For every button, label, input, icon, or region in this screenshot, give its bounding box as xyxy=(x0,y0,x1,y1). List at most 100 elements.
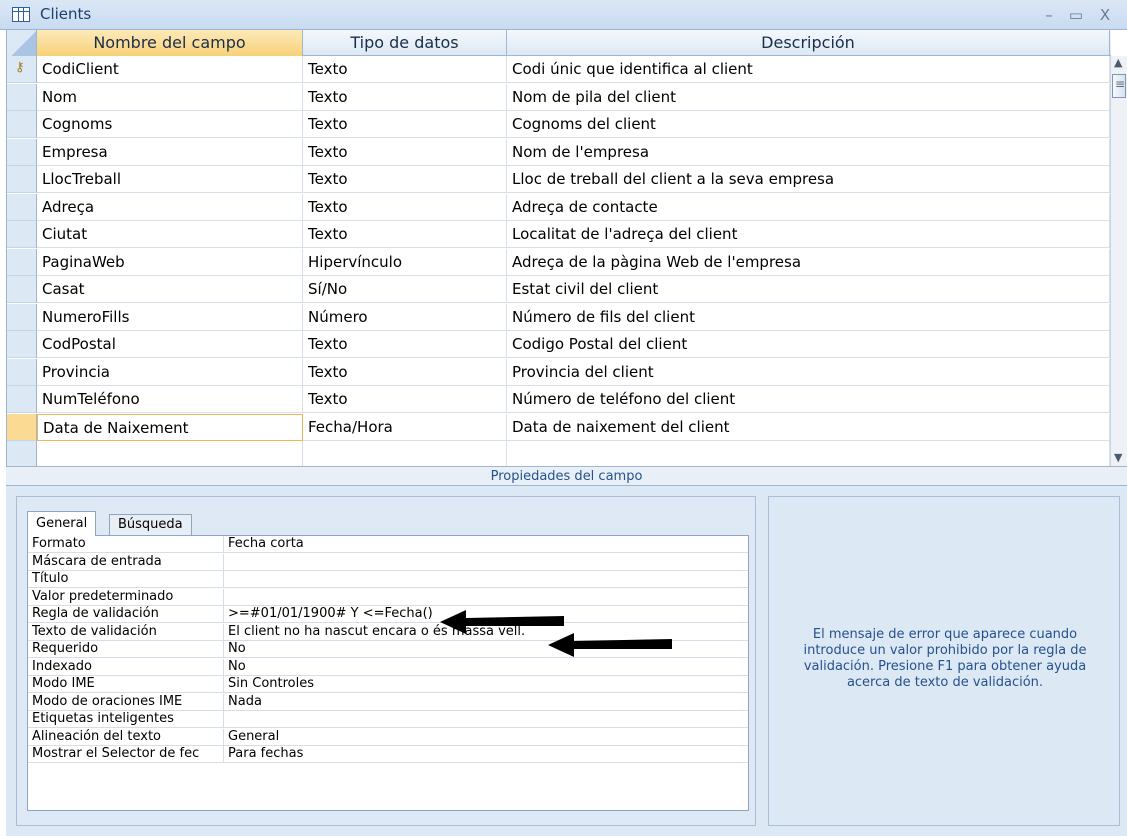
field-row[interactable]: NumeroFills Número Número de fils del clie… xyxy=(7,303,1111,331)
row-selector[interactable] xyxy=(7,441,37,468)
row-selector[interactable] xyxy=(7,111,37,138)
field-row[interactable]: ⚷ CodiClient Texto Codi únic que identifica… xyxy=(7,56,1111,83)
field-name-cell[interactable]: Empresa xyxy=(37,138,303,166)
description-cell[interactable]: Adreça de contacte xyxy=(507,193,1110,221)
field-name-cell[interactable]: NumeroFills xyxy=(37,303,303,331)
data-type-cell[interactable]: Sí/No xyxy=(303,276,507,303)
field-name-cell[interactable]: CodPostal xyxy=(37,331,303,358)
field-name-cell[interactable]: NumTeléfono xyxy=(37,386,303,413)
scroll-thumb[interactable] xyxy=(1112,74,1126,98)
data-type-cell[interactable]: Texto xyxy=(303,56,507,83)
description-cell[interactable]: Número de teléfono del client xyxy=(507,386,1110,413)
field-row[interactable]: Cognoms Texto Cognoms del client xyxy=(7,111,1111,138)
property-value-field[interactable] xyxy=(224,589,748,606)
description-cell[interactable]: Nom de l'empresa xyxy=(507,138,1110,166)
field-row[interactable]: Provincia Texto Provincia del client xyxy=(7,358,1111,386)
field-name-cell[interactable]: PaginaWeb xyxy=(37,248,303,276)
field-name-cell[interactable]: Provincia xyxy=(37,358,303,386)
property-row: Modo IME Sin Controles xyxy=(28,676,748,693)
description-cell[interactable]: Lloc de treball del client a la seva emp… xyxy=(507,166,1110,193)
description-cell[interactable]: Nom de pila del client xyxy=(507,83,1110,111)
description-cell[interactable]: Codi únic que identifica al client xyxy=(507,56,1110,83)
description-cell[interactable]: Codigo Postal del client xyxy=(507,331,1110,358)
field-name-cell[interactable]: Data de Naixement xyxy=(37,413,303,441)
field-row[interactable]: Casat Sí/No Estat civil del client xyxy=(7,276,1111,303)
data-type-cell[interactable]: Texto xyxy=(303,386,507,413)
property-value-field[interactable]: No xyxy=(224,659,748,676)
data-type-cell[interactable]: Texto xyxy=(303,111,507,138)
data-type-cell[interactable]: Número xyxy=(303,303,507,331)
data-type-cell[interactable]: Texto xyxy=(303,166,507,193)
field-row[interactable]: Empresa Texto Nom de l'empresa xyxy=(7,138,1111,166)
scroll-down-arrow-icon[interactable]: ▼ xyxy=(1114,451,1122,464)
maximize-button[interactable]: ▭ xyxy=(1065,4,1087,26)
row-selector[interactable] xyxy=(7,276,37,303)
field-name-cell[interactable]: Nom xyxy=(37,83,303,111)
field-row[interactable]: CodPostal Texto Codigo Postal del client xyxy=(7,331,1111,358)
column-header-data-type[interactable]: Tipo de datos xyxy=(303,30,507,56)
property-value-field[interactable] xyxy=(224,554,748,571)
field-row[interactable]: LlocTreball Texto Lloc de treball del clie… xyxy=(7,166,1111,193)
row-selector[interactable] xyxy=(7,248,37,276)
description-cell[interactable]: Data de naixement del client xyxy=(507,413,1110,441)
row-selector[interactable] xyxy=(7,138,37,166)
row-selector[interactable] xyxy=(7,386,37,413)
field-row[interactable]: Adreça Texto Adreça de contacte xyxy=(7,193,1111,221)
description-cell[interactable]: Cognoms del client xyxy=(507,111,1110,138)
field-name-cell[interactable]: Cognoms xyxy=(37,111,303,138)
row-selector[interactable] xyxy=(7,303,37,331)
description-cell[interactable]: Número de fils del client xyxy=(507,303,1110,331)
row-selector[interactable] xyxy=(7,193,37,221)
data-type-cell[interactable]: Hipervínculo xyxy=(303,248,507,276)
property-label: Etiquetas inteligentes xyxy=(28,711,224,728)
minimize-button[interactable]: – xyxy=(1038,4,1060,26)
field-name-cell[interactable]: Casat xyxy=(37,276,303,303)
property-value-field[interactable]: Fecha corta xyxy=(224,536,748,553)
row-selector[interactable] xyxy=(7,83,37,111)
field-row[interactable]: NumTeléfono Texto Número de teléfono del c… xyxy=(7,386,1111,413)
column-header-field-name[interactable]: Nombre del campo xyxy=(37,30,303,56)
row-selector[interactable] xyxy=(7,358,37,386)
field-row[interactable]: Nom Texto Nom de pila del client xyxy=(7,83,1111,111)
data-type-cell[interactable] xyxy=(303,441,507,468)
field-name-cell[interactable]: LlocTreball xyxy=(37,166,303,193)
data-type-cell[interactable]: Texto xyxy=(303,193,507,221)
close-button[interactable]: X xyxy=(1094,4,1116,26)
row-selector[interactable] xyxy=(7,413,37,441)
data-type-cell[interactable]: Texto xyxy=(303,331,507,358)
data-type-cell[interactable]: Texto xyxy=(303,358,507,386)
field-row[interactable]: Ciutat Texto Localitat de l'adreça del cli… xyxy=(7,221,1111,248)
property-value-field[interactable]: Para fechas xyxy=(224,746,748,763)
data-type-cell[interactable]: Fecha/Hora xyxy=(303,413,507,441)
field-row[interactable] xyxy=(7,441,1111,468)
row-selector[interactable] xyxy=(7,166,37,193)
description-cell[interactable]: Estat civil del client xyxy=(507,276,1110,303)
property-value-field[interactable] xyxy=(224,711,748,728)
row-selector[interactable] xyxy=(7,221,37,248)
field-row[interactable]: Data de Naixement Fecha/Hora Data de naixe… xyxy=(7,413,1111,441)
field-row[interactable]: PaginaWeb Hipervínculo Adreça de la pàgina… xyxy=(7,248,1111,276)
description-cell[interactable] xyxy=(507,441,1110,468)
data-type-cell[interactable]: Texto xyxy=(303,221,507,248)
description-cell[interactable]: Adreça de la pàgina Web de l'empresa xyxy=(507,248,1110,276)
description-cell[interactable]: Provincia del client xyxy=(507,358,1110,386)
column-header-description[interactable]: Descripción xyxy=(507,30,1110,56)
field-name-cell[interactable] xyxy=(37,441,303,468)
data-type-cell[interactable]: Texto xyxy=(303,138,507,166)
property-value-field[interactable]: Sin Controles xyxy=(224,676,748,693)
vertical-scrollbar[interactable]: ▲ ▼ xyxy=(1110,56,1127,466)
field-name-cell[interactable]: Ciutat xyxy=(37,221,303,248)
data-type-cell[interactable]: Texto xyxy=(303,83,507,111)
description-cell[interactable]: Localitat de l'adreça del client xyxy=(507,221,1110,248)
scroll-up-arrow-icon[interactable]: ▲ xyxy=(1114,56,1122,69)
row-selector[interactable] xyxy=(7,331,37,358)
row-selector[interactable]: ⚷ xyxy=(7,56,37,83)
field-name-cell[interactable]: Adreça xyxy=(37,193,303,221)
property-value-field[interactable] xyxy=(224,571,748,588)
select-all-corner[interactable] xyxy=(7,30,37,56)
field-name-cell[interactable]: CodiClient xyxy=(37,56,303,83)
property-value-field[interactable]: General xyxy=(224,729,748,746)
tab-general[interactable]: General xyxy=(27,511,97,536)
property-value-field[interactable]: Nada xyxy=(224,694,748,711)
tab-busqueda[interactable]: Búsqueda xyxy=(109,514,192,535)
